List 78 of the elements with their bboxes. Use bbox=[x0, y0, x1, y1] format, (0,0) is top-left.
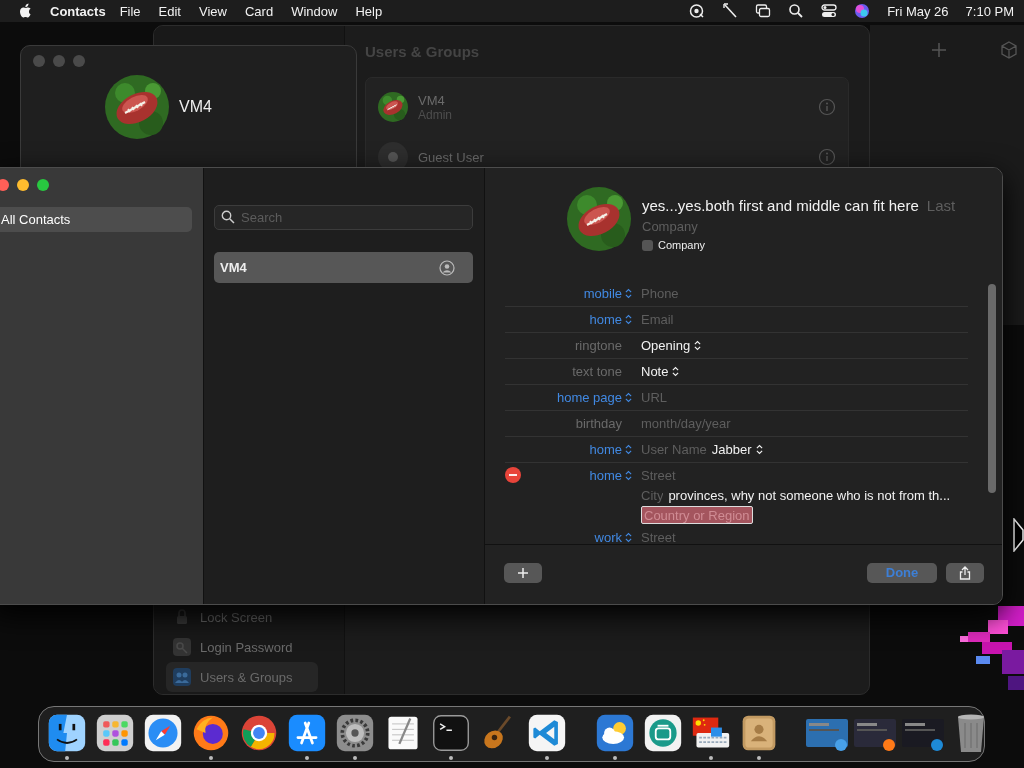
menu-item[interactable]: Edit bbox=[158, 3, 181, 19]
updown-icon bbox=[625, 444, 632, 455]
orb-icon[interactable] bbox=[854, 3, 871, 19]
running-indicator bbox=[757, 756, 761, 760]
label-popup[interactable]: home bbox=[589, 467, 632, 483]
people-icon bbox=[172, 667, 192, 687]
running-indicator bbox=[209, 756, 213, 760]
input-field[interactable]: Street bbox=[641, 467, 676, 483]
search-icon bbox=[221, 210, 235, 224]
remove-icon[interactable] bbox=[505, 467, 521, 483]
updown-icon bbox=[625, 288, 632, 299]
value-popup[interactable]: Note bbox=[641, 364, 680, 379]
field-label: ringtone bbox=[575, 338, 623, 353]
running-indicator bbox=[305, 756, 309, 760]
updown-icon bbox=[625, 314, 632, 325]
running-indicator bbox=[353, 756, 357, 760]
input-field[interactable]: month/day/year bbox=[641, 416, 731, 431]
menu-item[interactable]: File bbox=[119, 3, 141, 19]
sidebar-item[interactable]: All Contacts bbox=[0, 207, 192, 232]
person-icon bbox=[439, 259, 455, 276]
updown-icon bbox=[694, 340, 702, 351]
updown-icon bbox=[672, 366, 680, 377]
windows-icon[interactable] bbox=[755, 3, 772, 19]
running-indicator bbox=[613, 756, 617, 760]
app-menu[interactable]: Contacts bbox=[50, 3, 106, 19]
add-button[interactable] bbox=[504, 562, 542, 583]
updown-icon bbox=[755, 444, 763, 455]
company-field[interactable]: Company bbox=[642, 219, 698, 234]
input-field[interactable]: City bbox=[641, 487, 664, 503]
profile-name: VM4 bbox=[179, 98, 212, 116]
updown-icon bbox=[625, 469, 632, 481]
input-field[interactable]: Street bbox=[641, 530, 676, 545]
updown-icon bbox=[625, 392, 632, 403]
running-indicator bbox=[65, 756, 69, 760]
search-icon[interactable] bbox=[788, 3, 805, 19]
plus-icon bbox=[517, 566, 529, 579]
input-field[interactable]: Phone bbox=[641, 286, 679, 301]
menu-date[interactable]: Fri May 26 bbox=[887, 3, 949, 19]
sidebar-item-label: Login Password bbox=[200, 639, 293, 655]
zoom-button[interactable] bbox=[37, 179, 49, 191]
scrollbar-thumb[interactable] bbox=[988, 284, 996, 493]
record-icon[interactable] bbox=[689, 3, 706, 19]
label-popup[interactable]: home bbox=[589, 312, 632, 327]
last-name-field[interactable]: Last bbox=[926, 197, 1002, 214]
menu-item[interactable]: Card bbox=[244, 3, 274, 19]
close-button[interactable] bbox=[0, 179, 9, 191]
checkbox[interactable] bbox=[642, 239, 653, 251]
field-label: birthday bbox=[575, 416, 623, 431]
value-popup[interactable]: Jabber bbox=[711, 442, 763, 457]
user-name: VM4 bbox=[418, 92, 446, 108]
field-label: text tone bbox=[572, 364, 623, 379]
checkbox-label: Company bbox=[658, 239, 706, 251]
wand-icon[interactable] bbox=[722, 3, 739, 19]
input-field[interactable]: Email bbox=[641, 312, 674, 327]
menu-item[interactable]: View bbox=[199, 3, 227, 19]
value-popup[interactable]: Opening bbox=[641, 338, 702, 353]
label-popup[interactable]: home page bbox=[556, 390, 632, 405]
minimize-button[interactable] bbox=[17, 179, 29, 191]
first-name[interactable]: yes...yes.both first and middle can fit here bbox=[642, 197, 919, 214]
updown-icon bbox=[625, 532, 632, 543]
running-indicator bbox=[709, 756, 713, 760]
running-indicator bbox=[449, 756, 453, 760]
running-indicator bbox=[545, 756, 549, 760]
menu-item[interactable]: Help bbox=[355, 3, 383, 19]
contact-list-item[interactable]: VM4 bbox=[214, 252, 473, 283]
menu-time[interactable]: 7:10 PM bbox=[965, 3, 1014, 19]
menu-item[interactable]: Window bbox=[291, 3, 338, 19]
label-popup[interactable]: work bbox=[594, 530, 632, 545]
control-center-icon[interactable] bbox=[821, 3, 838, 19]
user-name: Guest User bbox=[418, 149, 484, 165]
input-field[interactable]: URL bbox=[641, 390, 667, 405]
field-value[interactable]: provinces, why not someone who is not from th... bbox=[668, 487, 951, 503]
share-button[interactable] bbox=[946, 562, 984, 583]
sidebar-item-label: Users & Groups bbox=[200, 669, 293, 685]
input-field[interactable]: User Name bbox=[641, 442, 707, 457]
label-popup[interactable]: mobile bbox=[583, 286, 632, 301]
share-icon bbox=[959, 565, 971, 580]
label-popup[interactable]: home bbox=[589, 442, 632, 457]
